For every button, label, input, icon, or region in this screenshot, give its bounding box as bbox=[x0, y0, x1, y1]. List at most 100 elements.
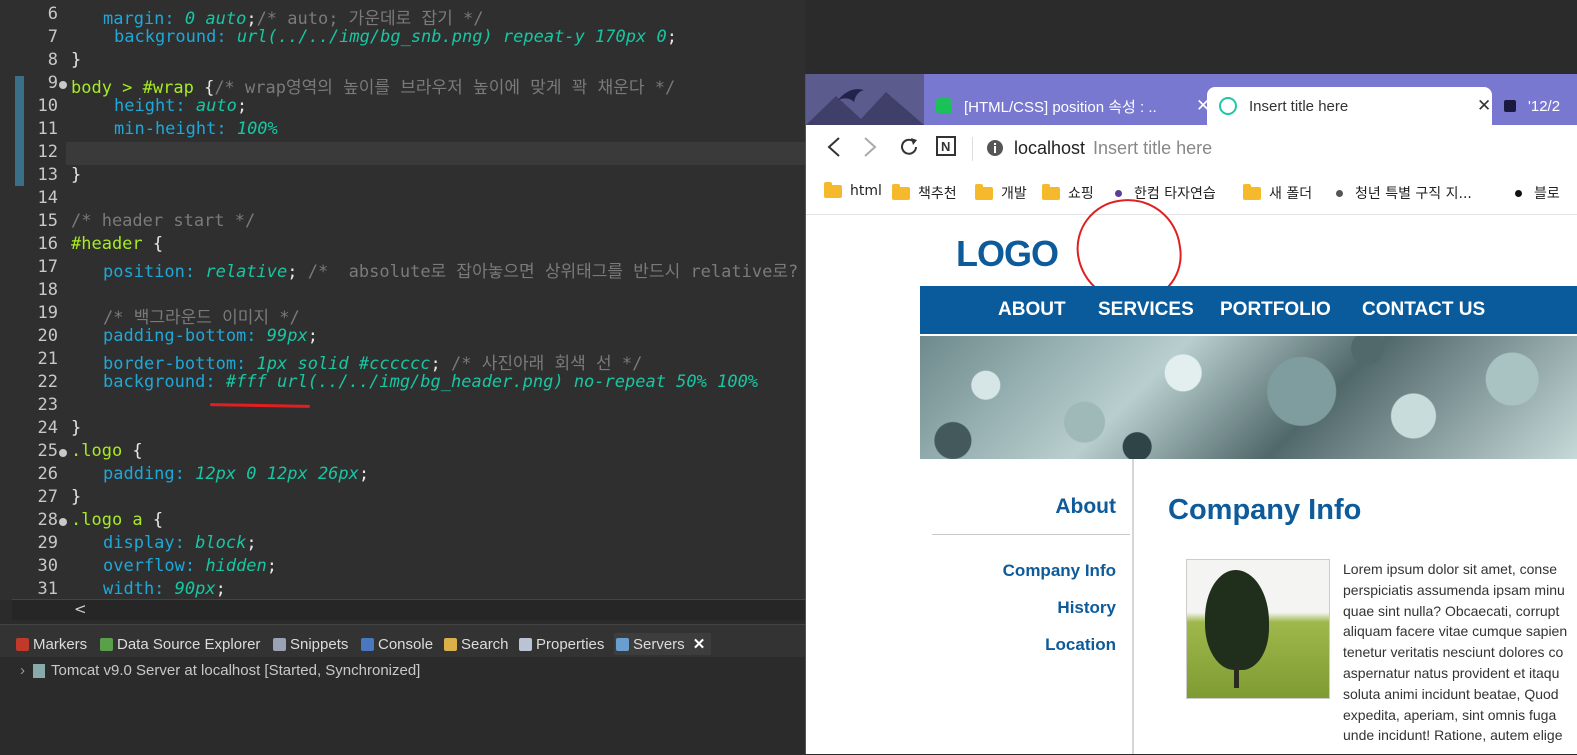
browser-tab-blog[interactable]: [HTML/CSS] position 속성 : .. ✕ bbox=[924, 87, 1214, 125]
console-icon bbox=[361, 637, 374, 651]
line-number: 20 bbox=[37, 326, 58, 346]
bookmark-link[interactable]: 블로 bbox=[1515, 183, 1560, 203]
tree-photo bbox=[1186, 559, 1330, 699]
code-line: } bbox=[71, 418, 82, 438]
browser-tab-third[interactable]: '12/2 bbox=[1492, 87, 1577, 125]
server-label: Tomcat v9.0 Server at localhost [Started… bbox=[51, 662, 421, 679]
code-line: display: block; bbox=[103, 533, 257, 553]
forward-icon[interactable] bbox=[862, 135, 878, 165]
reload-icon[interactable] bbox=[897, 135, 921, 165]
current-line-highlight bbox=[66, 142, 805, 165]
bookmark-folder[interactable]: 쇼핑 bbox=[1042, 183, 1094, 203]
line-number: 9 bbox=[47, 73, 58, 93]
code-line: overflow: hidden; bbox=[103, 556, 278, 576]
code-line: padding: 12px 0 12px 26px; bbox=[103, 464, 370, 484]
tree-canopy bbox=[1205, 570, 1269, 670]
bookmark-folder[interactable]: 새 폴더 bbox=[1243, 183, 1312, 203]
tab-markers[interactable]: Markers bbox=[16, 633, 87, 655]
sub-nav-title: About bbox=[1055, 495, 1116, 518]
code-line: body > #wrap {/* wrap영역의 높이를 브라우저 높이에 맞게… bbox=[71, 78, 676, 98]
info-icon[interactable] bbox=[986, 138, 1004, 163]
fold-toggle-icon[interactable] bbox=[59, 518, 67, 526]
line-number: 31 bbox=[37, 579, 58, 599]
horizontal-scrollbar[interactable]: < bbox=[12, 599, 805, 620]
fold-toggle-icon[interactable] bbox=[59, 449, 67, 457]
servers-icon bbox=[616, 637, 629, 651]
divider bbox=[932, 534, 1130, 535]
tab-console[interactable]: Console bbox=[361, 633, 433, 655]
folder-icon bbox=[892, 183, 910, 200]
nav-services[interactable]: SERVICES bbox=[1098, 299, 1194, 321]
code-editor[interactable]: 6 7 8 9 10 11 12 13 14 15 16 17 18 19 20… bbox=[0, 0, 805, 600]
page-title: Company Info bbox=[1168, 494, 1362, 526]
nav-contact-us[interactable]: CONTACT US bbox=[1362, 299, 1485, 321]
server-tree-item[interactable]: › Tomcat v9.0 Server at localhost [Start… bbox=[20, 662, 420, 679]
bookmark-folder[interactable]: html bbox=[824, 181, 882, 199]
markers-icon bbox=[16, 637, 29, 651]
bottom-panel: Markers Data Source Explorer Snippets Co… bbox=[0, 624, 805, 755]
code-line: margin: 0 auto;/* auto; 가운데로 잡기 */ bbox=[103, 9, 484, 29]
site-logo[interactable]: LOGO bbox=[956, 233, 1059, 275]
sub-nav-history[interactable]: History bbox=[1057, 598, 1116, 618]
sub-nav-company-info[interactable]: Company Info bbox=[1003, 561, 1116, 581]
tab-properties[interactable]: Properties bbox=[519, 633, 604, 655]
folder-icon bbox=[824, 181, 842, 198]
data-source-icon bbox=[100, 637, 113, 651]
line-number: 16 bbox=[37, 234, 58, 254]
address-bar[interactable]: localhost Insert title here bbox=[1014, 138, 1212, 159]
fold-toggle-icon[interactable] bbox=[59, 81, 67, 89]
close-icon[interactable]: ✕ bbox=[693, 635, 706, 653]
nav-about[interactable]: ABOUT bbox=[998, 299, 1066, 321]
scroll-left-icon[interactable]: < bbox=[74, 600, 87, 618]
notion-extension-icon[interactable]: N bbox=[935, 135, 957, 163]
code-line: .logo { bbox=[71, 441, 143, 461]
red-underline-annotation bbox=[209, 403, 311, 408]
code-line: /* 백그라운드 이미지 */ bbox=[103, 308, 300, 328]
header-banner-image bbox=[920, 336, 1577, 459]
tab-servers[interactable]: Servers ✕ bbox=[614, 633, 712, 655]
sub-nav-location[interactable]: Location bbox=[1045, 635, 1116, 655]
tab-data-source-explorer[interactable]: Data Source Explorer bbox=[100, 633, 260, 655]
web-page: LOGO ABOUT SERVICES PORTFOLIO CONTACT US… bbox=[806, 192, 1577, 754]
line-number: 14 bbox=[37, 188, 58, 208]
bookmark-folder[interactable]: 책추천 bbox=[892, 183, 957, 203]
panel-tab-bar: Markers Data Source Explorer Snippets Co… bbox=[0, 625, 805, 657]
line-number: 29 bbox=[37, 533, 58, 553]
folder-icon bbox=[1243, 183, 1261, 200]
svg-text:N: N bbox=[941, 139, 950, 154]
main-navigation: ABOUT SERVICES PORTFOLIO CONTACT US bbox=[920, 286, 1577, 334]
snippets-icon bbox=[273, 637, 286, 651]
back-icon[interactable] bbox=[826, 135, 842, 165]
tab-search[interactable]: Search bbox=[444, 633, 509, 655]
line-number: 10 bbox=[37, 96, 58, 116]
bookmark-link[interactable]: 청년 특별 구직 지... bbox=[1336, 183, 1472, 203]
folder-icon bbox=[975, 183, 993, 200]
line-number: 7 bbox=[47, 27, 58, 47]
code-line: #header { bbox=[71, 234, 164, 254]
body-text: Lorem ipsum dolor sit amet, conse perspi… bbox=[1343, 561, 1568, 744]
browser-window: [HTML/CSS] position 속성 : .. ✕ Insert tit… bbox=[805, 74, 1577, 754]
search-icon bbox=[444, 637, 457, 651]
bookmark-favicon bbox=[1336, 189, 1343, 197]
code-line: /* header start */ bbox=[71, 211, 256, 231]
line-number: 13 bbox=[37, 165, 58, 185]
nav-portfolio[interactable]: PORTFOLIO bbox=[1220, 299, 1331, 321]
code-line: background: url(../../img/bg_snb.png) re… bbox=[114, 27, 677, 47]
line-number: 26 bbox=[37, 464, 58, 484]
toolbar-divider bbox=[972, 137, 973, 161]
close-tab-icon[interactable]: ✕ bbox=[1477, 96, 1491, 116]
tab-snippets[interactable]: Snippets bbox=[273, 633, 348, 655]
line-number: 17 bbox=[37, 257, 58, 277]
tab-favicon bbox=[1504, 100, 1516, 112]
bookmark-folder[interactable]: 개발 bbox=[975, 183, 1027, 203]
line-number: 18 bbox=[37, 280, 58, 300]
loading-favicon bbox=[1219, 97, 1237, 115]
code-line: border-bottom: 1px solid #cccccc; /* 사진아… bbox=[103, 354, 643, 374]
browser-tab-active[interactable]: Insert title here ✕ bbox=[1207, 87, 1492, 125]
sub-navigation: About Company Info History Location bbox=[920, 459, 1134, 754]
folder-icon bbox=[1042, 183, 1060, 200]
chevron-right-icon[interactable]: › bbox=[20, 662, 25, 679]
bookmark-favicon bbox=[1115, 189, 1122, 197]
line-number: 12 bbox=[37, 142, 58, 162]
line-number: 28 bbox=[37, 510, 58, 530]
